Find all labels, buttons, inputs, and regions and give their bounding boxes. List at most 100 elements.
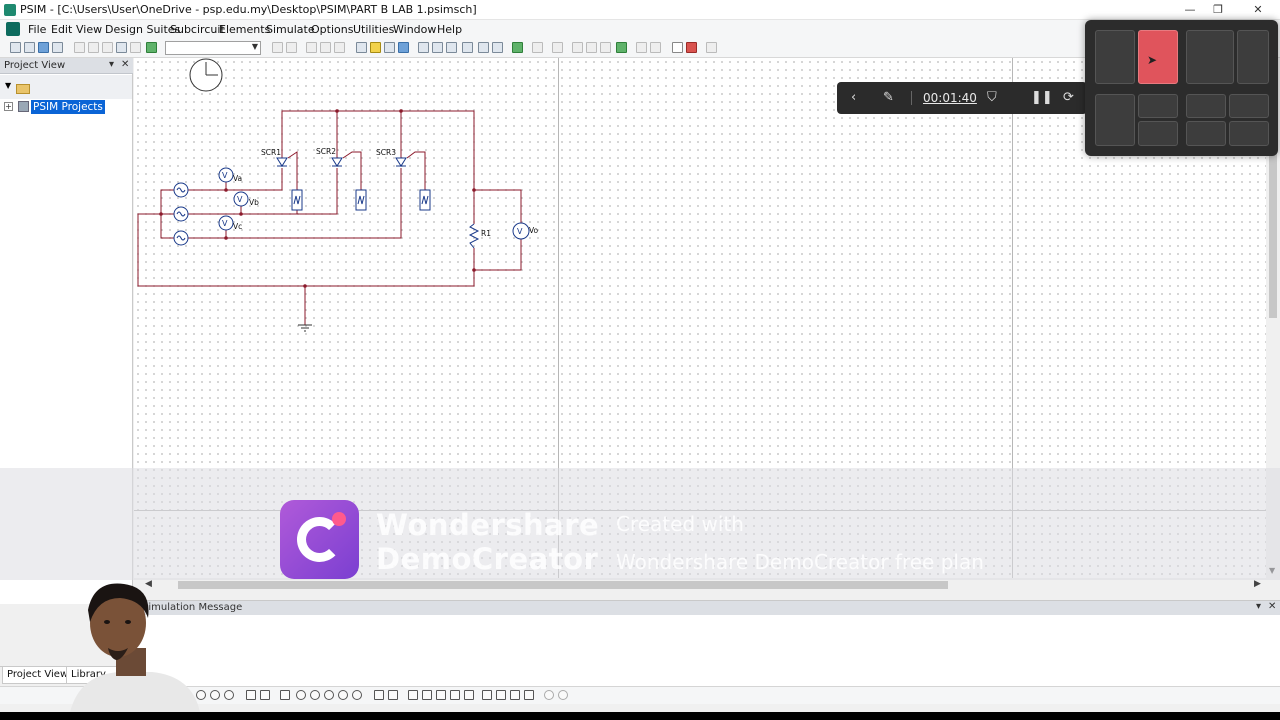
undo-icon[interactable] — [116, 42, 127, 53]
restart-icon[interactable]: ⟳ — [1063, 90, 1074, 106]
panel-close-icon[interactable]: ✕ — [1268, 601, 1276, 612]
folder-icon[interactable] — [16, 84, 30, 94]
simview-icon[interactable] — [616, 42, 627, 53]
element-icon[interactable] — [408, 690, 418, 700]
zoom-out-icon[interactable] — [432, 42, 443, 53]
gating-blocks[interactable] — [291, 189, 431, 211]
element-icon[interactable] — [374, 690, 384, 700]
element-icon[interactable] — [436, 690, 446, 700]
horizontal-scroll-thumb[interactable] — [178, 581, 948, 589]
element-icon[interactable] — [246, 690, 256, 700]
flip-horizontal-icon[interactable] — [320, 42, 331, 53]
label-icon[interactable] — [370, 42, 381, 53]
scr-symbols[interactable] — [276, 157, 407, 167]
element-icon[interactable] — [464, 690, 474, 700]
simulation-control-icon[interactable] — [512, 42, 523, 53]
text-icon[interactable] — [672, 42, 683, 53]
pause-icon[interactable]: ❚❚ — [1031, 90, 1053, 106]
element-icon[interactable] — [296, 690, 306, 700]
dropdown-arrow-icon[interactable]: ▼ — [5, 81, 11, 90]
snap-zone[interactable] — [1237, 30, 1269, 84]
menu-utilities[interactable]: Utilities — [353, 23, 394, 36]
menu-file[interactable]: File — [28, 23, 46, 36]
zoom-combo[interactable]: ▼ — [165, 41, 261, 55]
save-icon[interactable] — [38, 42, 49, 53]
document-menu-icon[interactable] — [6, 22, 20, 36]
element-icon[interactable] — [450, 690, 460, 700]
pen-icon[interactable]: ✎ — [883, 90, 894, 106]
menu-options[interactable]: Options — [311, 23, 353, 36]
library-browser-icon[interactable] — [492, 42, 503, 53]
cut-icon[interactable] — [74, 42, 85, 53]
zoom-in-icon[interactable] — [418, 42, 429, 53]
scroll-right-icon[interactable]: ▶ — [1254, 579, 1261, 589]
collapse-icon[interactable]: ‹ — [851, 90, 856, 106]
probe-icon[interactable] — [636, 42, 647, 53]
element-icon[interactable] — [482, 690, 492, 700]
resistor-r1[interactable] — [468, 223, 480, 249]
menu-elements[interactable]: Elements — [219, 23, 270, 36]
expand-icon[interactable]: + — [4, 102, 13, 111]
snap-zone[interactable] — [1186, 121, 1226, 146]
element-icon[interactable] — [338, 690, 348, 700]
select-arrow-icon[interactable] — [398, 42, 409, 53]
snap-zone[interactable] — [1186, 30, 1234, 84]
pan-hand-icon[interactable] — [384, 42, 395, 53]
element-icon[interactable] — [310, 690, 320, 700]
snap-zone[interactable] — [1138, 121, 1178, 146]
element-icon[interactable] — [510, 690, 520, 700]
stop-icon[interactable] — [572, 42, 583, 53]
horizontal-scrollbar[interactable]: ◀ ▶ — [142, 578, 1266, 592]
clock-icon[interactable] — [189, 58, 223, 92]
pause-icon[interactable] — [600, 42, 611, 53]
rotate-icon[interactable] — [306, 42, 317, 53]
snap-zone[interactable] — [1229, 94, 1269, 118]
snap-zone[interactable] — [1095, 94, 1135, 146]
panel-menu-icon[interactable]: ▾ — [109, 59, 114, 70]
component-icon[interactable] — [478, 42, 489, 53]
panel-menu-icon[interactable]: ▾ — [1256, 601, 1261, 612]
element-icon[interactable] — [260, 690, 270, 700]
settings-icon[interactable] — [706, 42, 717, 53]
measure-icon[interactable] — [650, 42, 661, 53]
element-icon[interactable] — [324, 690, 334, 700]
menu-view[interactable]: View — [76, 23, 102, 36]
element-icon[interactable] — [224, 690, 234, 700]
element-icon[interactable] — [422, 690, 432, 700]
element-icon[interactable] — [496, 690, 506, 700]
element-icon[interactable] — [544, 690, 554, 700]
menu-window[interactable]: Window — [393, 23, 436, 36]
redo-icon[interactable] — [130, 42, 141, 53]
snap-zone[interactable] — [1138, 94, 1178, 118]
open-file-icon[interactable] — [24, 42, 35, 53]
zoom-page-icon[interactable] — [462, 42, 473, 53]
element-icon[interactable] — [558, 690, 568, 700]
element-list-icon[interactable] — [146, 42, 157, 53]
script-icon[interactable] — [686, 42, 697, 53]
element-icon[interactable] — [210, 690, 220, 700]
ac-sources[interactable] — [173, 182, 189, 246]
snap-zone[interactable] — [1095, 30, 1135, 84]
menu-simulate[interactable]: Simulate — [266, 23, 315, 36]
restore-button[interactable]: ❐ — [1208, 2, 1228, 18]
snap-zone[interactable] — [1186, 94, 1226, 118]
element-icon[interactable] — [280, 690, 290, 700]
element-icon[interactable] — [524, 690, 534, 700]
diamond-icon[interactable] — [532, 42, 543, 53]
new-file-icon[interactable] — [10, 42, 21, 53]
menu-edit[interactable]: Edit — [51, 23, 72, 36]
menu-subcircuit[interactable]: Subcircuit — [170, 23, 225, 36]
copy-icon[interactable] — [88, 42, 99, 53]
flip-vertical-icon[interactable] — [334, 42, 345, 53]
element-icon[interactable] — [352, 690, 362, 700]
run-icon[interactable] — [586, 42, 597, 53]
wire-icon[interactable] — [356, 42, 367, 53]
snap-zone[interactable] — [1229, 121, 1269, 146]
lt-icon[interactable] — [552, 42, 563, 53]
zoom-fit-icon[interactable] — [446, 42, 457, 53]
cancel-icon[interactable] — [286, 42, 297, 53]
menu-help[interactable]: Help — [437, 23, 462, 36]
minimize-button[interactable]: — — [1180, 2, 1200, 18]
check-icon[interactable] — [272, 42, 283, 53]
print-icon[interactable] — [52, 42, 63, 53]
